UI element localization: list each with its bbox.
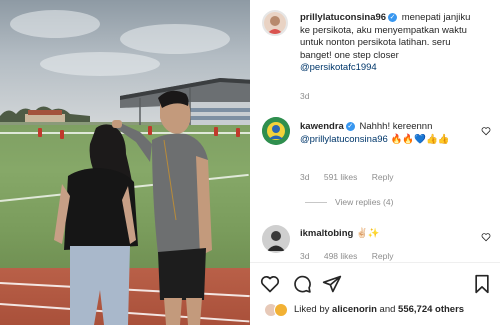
comment-likes-count[interactable]: 498 likes <box>324 251 358 261</box>
verified-badge-icon: ✓ <box>388 12 398 22</box>
view-replies-label: View replies (4) <box>335 197 394 207</box>
liker-avatar[interactable] <box>274 303 288 317</box>
post-action-bar <box>260 274 492 294</box>
comment-like-heart-icon[interactable] <box>481 232 491 242</box>
comment-icon[interactable] <box>292 274 312 294</box>
verified-badge-icon: ✓ <box>345 121 355 131</box>
share-icon[interactable] <box>322 274 342 294</box>
liked-by-row: Liked by alicenorin and 556,724 others <box>294 304 464 315</box>
post-author-username[interactable]: prillylatuconsina96 <box>300 12 386 23</box>
post-time-text: 3d <box>300 91 310 101</box>
comment-mention-link[interactable]: @prillylatuconsina96 <box>300 134 388 145</box>
comment-text: ✌🏻✨ <box>355 228 380 239</box>
bookmark-icon[interactable] <box>472 274 492 294</box>
avatar-image <box>262 117 290 145</box>
comment-time: 3d <box>300 251 310 261</box>
comment-like-heart-icon[interactable] <box>481 126 491 136</box>
post-author-avatar[interactable] <box>262 10 288 36</box>
comment-avatar-ikmaltobing[interactable] <box>262 225 290 253</box>
panel-divider <box>250 262 500 263</box>
photo-people <box>54 90 212 325</box>
comment-reply-button[interactable]: Reply <box>372 172 394 182</box>
comment-meta: 3d 498 likes Reply <box>300 251 406 261</box>
liked-by-user-link[interactable]: alicenorin <box>332 304 377 315</box>
comment-avatar-kawendra[interactable] <box>262 117 290 145</box>
avatar-image <box>264 12 286 34</box>
comment-emoji: 🔥🔥💙👍👍 <box>390 133 450 145</box>
replies-divider <box>305 202 327 204</box>
liked-by-others-link[interactable]: 556,724 others <box>398 304 464 315</box>
post-caption: prillylatuconsina96 ✓ menepati janjiku ke… <box>300 12 480 75</box>
comment-text: Nahhh! kereennn <box>359 121 433 132</box>
view-replies-button[interactable]: View replies (4) <box>305 197 393 207</box>
comment-item: ikmaltobing ✌🏻✨ <box>300 228 480 241</box>
avatar-image <box>262 225 290 253</box>
comment-item: kawendra ✓ Nahhh! kereennn @prillylatucon… <box>300 121 480 146</box>
post-photo[interactable] <box>0 0 250 325</box>
liked-by-and: and <box>379 304 396 315</box>
liked-by-prefix: Liked by <box>294 304 330 315</box>
comment-author-username[interactable]: ikmaltobing <box>300 228 353 239</box>
comment-author-username[interactable]: kawendra <box>300 121 344 132</box>
post-timestamp: 3d <box>300 91 321 101</box>
comment-likes-count[interactable]: 591 likes <box>324 172 358 182</box>
heart-icon[interactable] <box>260 274 280 294</box>
comment-meta: 3d 591 likes Reply <box>300 172 406 182</box>
caption-mention-link[interactable]: @persikotafc1994 <box>300 62 377 73</box>
comment-time: 3d <box>300 172 310 182</box>
comment-reply-button[interactable]: Reply <box>372 251 394 261</box>
